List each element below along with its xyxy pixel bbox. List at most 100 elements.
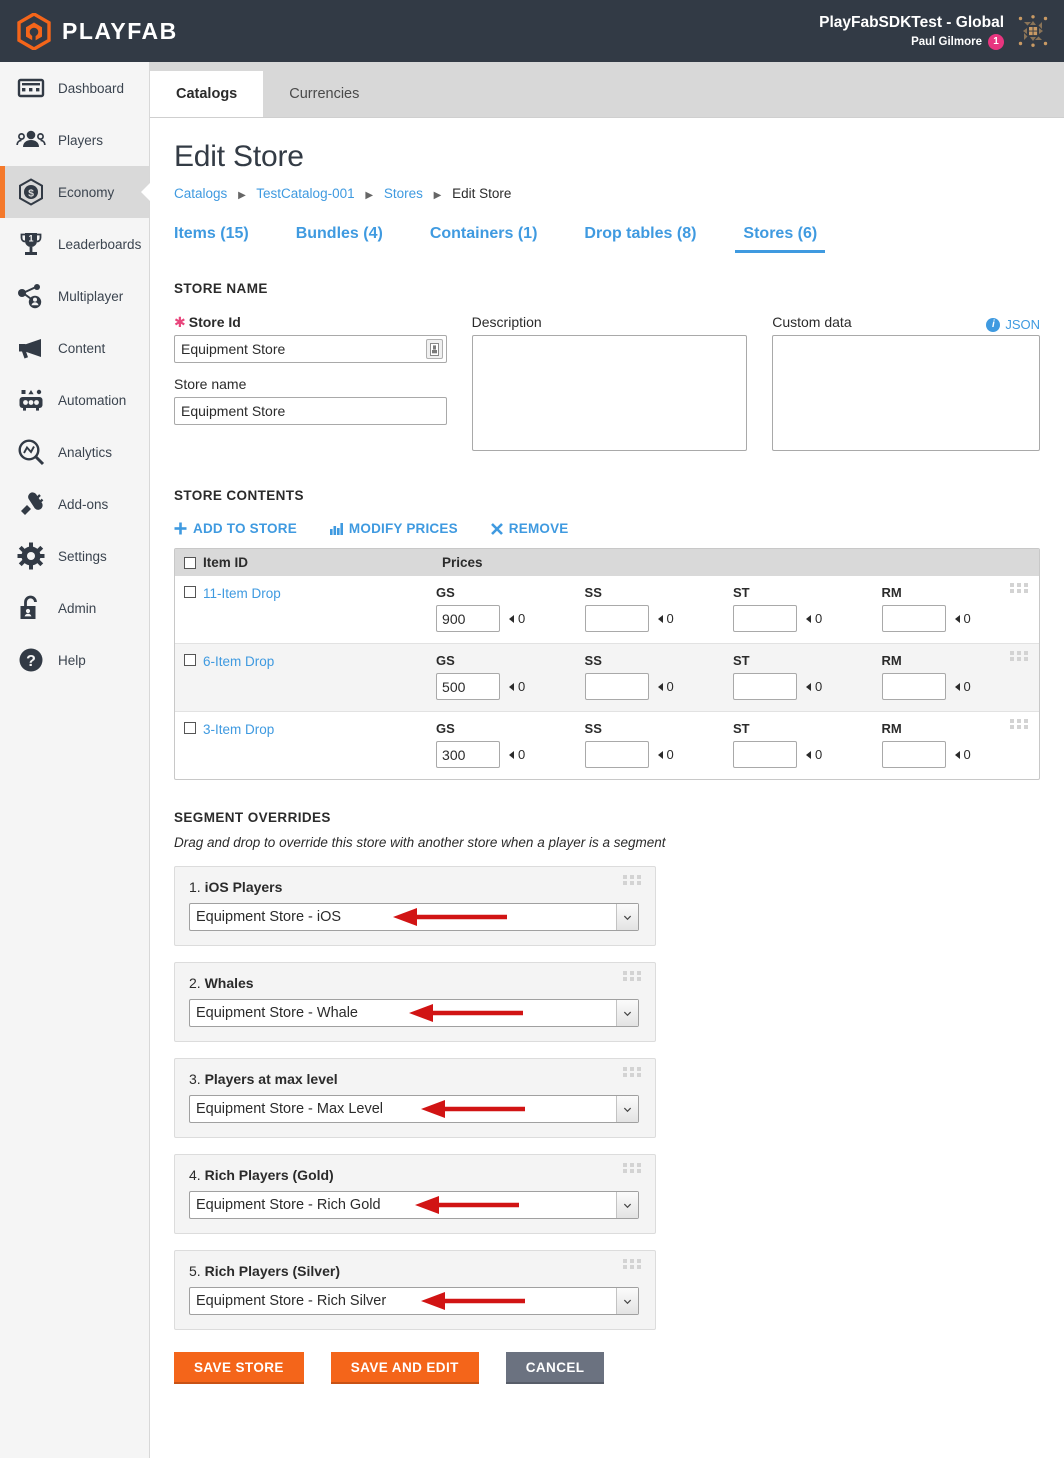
drag-handle-icon[interactable]: [623, 1259, 643, 1278]
price-currency-label: ST: [733, 721, 750, 736]
breadcrumb-link-catalogs[interactable]: Catalogs: [174, 186, 227, 201]
price-secondary-value: 0: [518, 611, 526, 626]
price-secondary-value: 0: [666, 679, 674, 694]
drag-handle-icon[interactable]: [623, 1067, 643, 1086]
segment-store-select[interactable]: Equipment Store - Rich Silver: [189, 1287, 639, 1315]
description-col: Description: [471, 314, 748, 456]
subtab-stores[interactable]: Stores (6): [735, 225, 825, 253]
price-input-ss[interactable]: [584, 605, 649, 632]
segment-index: 2.: [189, 975, 201, 991]
price-currency-label: ST: [733, 653, 750, 668]
subtab-bundles[interactable]: Bundles (4): [296, 225, 383, 253]
price-group-rm: RM 0: [881, 653, 1030, 700]
price-input-st[interactable]: [733, 673, 798, 700]
drag-handle-icon[interactable]: [623, 1163, 643, 1182]
drag-handle-icon[interactable]: [1010, 583, 1030, 602]
price-input-ss[interactable]: [584, 741, 649, 768]
sidebar-item-analytics[interactable]: Analytics: [0, 426, 149, 478]
add-to-store-button[interactable]: ADD TO STORE: [174, 521, 297, 536]
sidebar-item-label: Dashboard: [58, 80, 125, 96]
row-item-link[interactable]: 6-Item Drop: [203, 654, 274, 669]
sidebar-item-label: Content: [58, 340, 106, 356]
json-link[interactable]: i JSON: [986, 317, 1040, 332]
drag-handle-icon[interactable]: [623, 875, 643, 894]
sidebar-item-admin[interactable]: Admin: [0, 582, 149, 634]
sidebar-item-leaderboards[interactable]: 1 Leaderboards: [0, 218, 149, 270]
sidebar-item-players[interactable]: Players: [0, 114, 149, 166]
subtab-drop-tables[interactable]: Drop tables (8): [584, 225, 696, 253]
store-id-edit-icon[interactable]: [425, 339, 443, 359]
user-line[interactable]: Paul Gilmore 1: [819, 33, 1004, 50]
modify-prices-label: MODIFY PRICES: [348, 521, 458, 536]
drag-handle-icon[interactable]: [623, 971, 643, 990]
segment-store-select[interactable]: Equipment Store - Whale: [189, 999, 639, 1027]
row-checkbox[interactable]: [184, 654, 196, 666]
save-store-button[interactable]: SAVE STORE: [174, 1352, 304, 1384]
sidebar-item-settings[interactable]: Settings: [0, 530, 149, 582]
sidebar-item-help[interactable]: ? Help: [0, 634, 149, 686]
price-input-gs[interactable]: [436, 673, 501, 700]
drag-handle-icon[interactable]: [1010, 651, 1030, 670]
sidebar-item-label: Economy: [58, 184, 115, 200]
price-secondary-value: 0: [666, 611, 674, 626]
sidebar-item-content[interactable]: Content: [0, 322, 149, 374]
sidebar-item-label: Multiplayer: [58, 288, 124, 304]
breadcrumb-link-testcatalog[interactable]: TestCatalog-001: [256, 186, 354, 201]
sidebar-item-add-ons[interactable]: Add-ons: [0, 478, 149, 530]
notification-badge[interactable]: 1: [988, 33, 1004, 50]
price-control: 0: [436, 605, 584, 632]
store-name-row: ✱ Store Id Store name Description: [174, 314, 1041, 456]
row-item-cell: 6-Item Drop: [184, 653, 436, 700]
store-name-input[interactable]: [174, 397, 447, 425]
close-x-icon: [490, 522, 503, 535]
custom-data-textarea[interactable]: [772, 335, 1041, 451]
triangle-left-icon: [657, 682, 663, 691]
description-textarea[interactable]: [471, 335, 748, 451]
select-all-checkbox[interactable]: [184, 556, 196, 569]
price-input-st[interactable]: [733, 741, 798, 768]
price-input-st[interactable]: [733, 605, 798, 632]
breadcrumb-current: Edit Store: [452, 186, 512, 201]
triangle-left-icon: [954, 682, 960, 691]
subtab-items[interactable]: Items (15): [174, 225, 249, 253]
sidebar-item-dashboard[interactable]: Dashboard: [0, 62, 149, 114]
row-item-link[interactable]: 3-Item Drop: [203, 722, 274, 737]
price-input-rm[interactable]: [881, 741, 946, 768]
price-input-rm[interactable]: [881, 673, 946, 700]
segment-index: 5.: [189, 1263, 201, 1279]
row-checkbox[interactable]: [184, 586, 196, 598]
save-and-edit-button[interactable]: SAVE AND EDIT: [330, 1352, 479, 1384]
sidebar-item-economy[interactable]: $ Economy: [0, 166, 150, 218]
segment-store-select[interactable]: Equipment Store - Rich Gold: [189, 1191, 639, 1219]
segment-store-select[interactable]: Equipment Store - Max Level: [189, 1095, 639, 1123]
price-input-ss[interactable]: [584, 673, 649, 700]
triangle-left-icon: [657, 614, 663, 623]
segment-store-select[interactable]: Equipment Store - iOS: [189, 903, 639, 931]
price-input-rm[interactable]: [881, 605, 946, 632]
price-secondary-value: 0: [815, 679, 823, 694]
price-input-gs[interactable]: [436, 605, 501, 632]
modify-prices-button[interactable]: MODIFY PRICES: [329, 521, 458, 536]
price-control: 0: [733, 741, 881, 768]
cancel-button[interactable]: CANCEL: [505, 1352, 605, 1384]
triangle-left-icon: [657, 750, 663, 759]
price-input-gs[interactable]: [436, 741, 501, 768]
tab-currencies[interactable]: Currencies: [263, 71, 385, 117]
row-checkbox[interactable]: [184, 722, 196, 734]
subtab-containers[interactable]: Containers (1): [430, 225, 538, 253]
sidebar: Dashboard Players $ Economy 1 Leaderboar…: [0, 62, 150, 1458]
brand[interactable]: PLAYFAB: [0, 11, 178, 51]
tab-catalogs[interactable]: Catalogs: [150, 71, 264, 117]
row-item-link[interactable]: 11-Item Drop: [203, 586, 281, 601]
app-grid-icon[interactable]: [1016, 14, 1050, 48]
lock-icon: [16, 593, 46, 623]
price-currency-label: GS: [436, 721, 455, 736]
store-id-input[interactable]: [174, 335, 447, 363]
brand-name: PLAYFAB: [62, 17, 178, 44]
drag-handle-icon[interactable]: [1010, 719, 1030, 738]
remove-button[interactable]: REMOVE: [490, 521, 569, 536]
json-link-label: JSON: [1005, 317, 1041, 332]
sidebar-item-automation[interactable]: Automation: [0, 374, 149, 426]
sidebar-item-multiplayer[interactable]: Multiplayer: [0, 270, 149, 322]
breadcrumb-link-stores[interactable]: Stores: [384, 186, 423, 201]
